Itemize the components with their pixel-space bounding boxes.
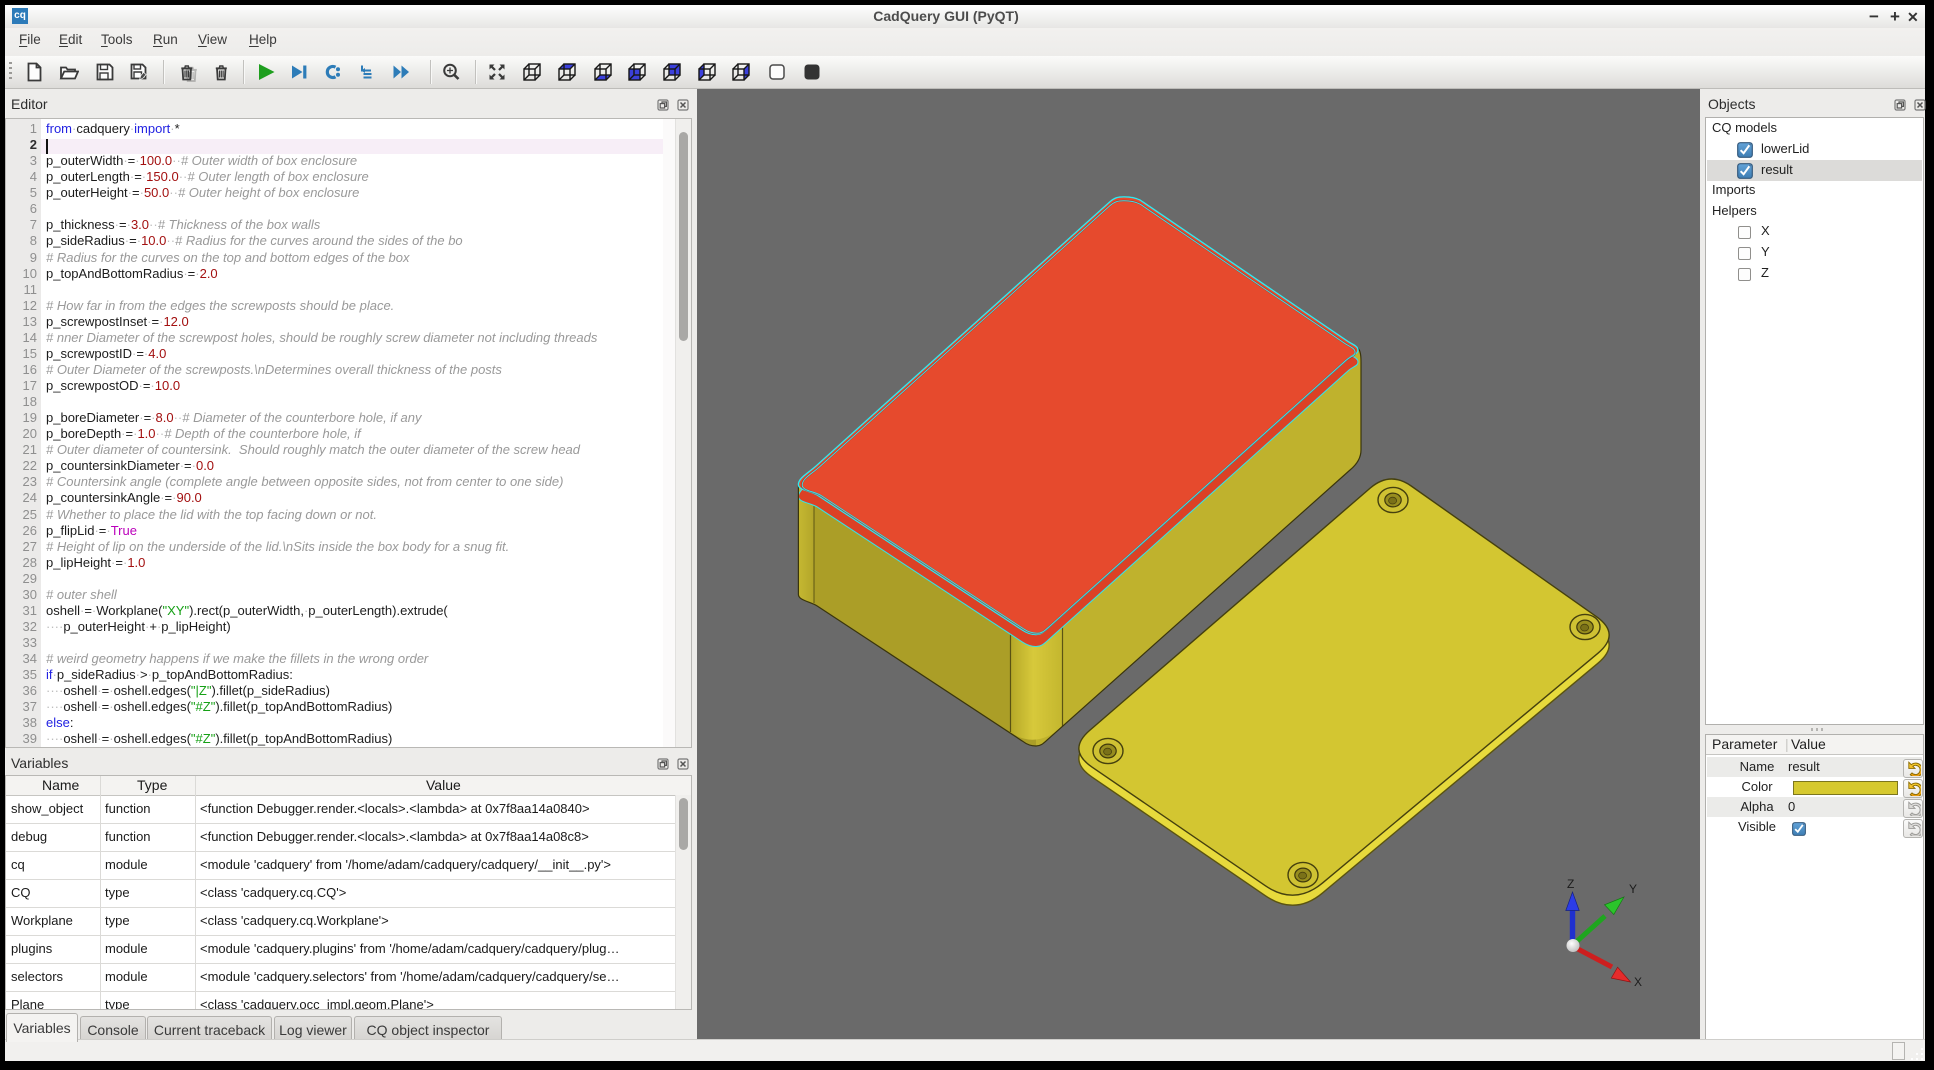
svg-text:X: X: [1634, 975, 1642, 989]
svg-text:Y: Y: [1629, 882, 1637, 896]
svg-text:Z: Z: [1567, 877, 1574, 891]
